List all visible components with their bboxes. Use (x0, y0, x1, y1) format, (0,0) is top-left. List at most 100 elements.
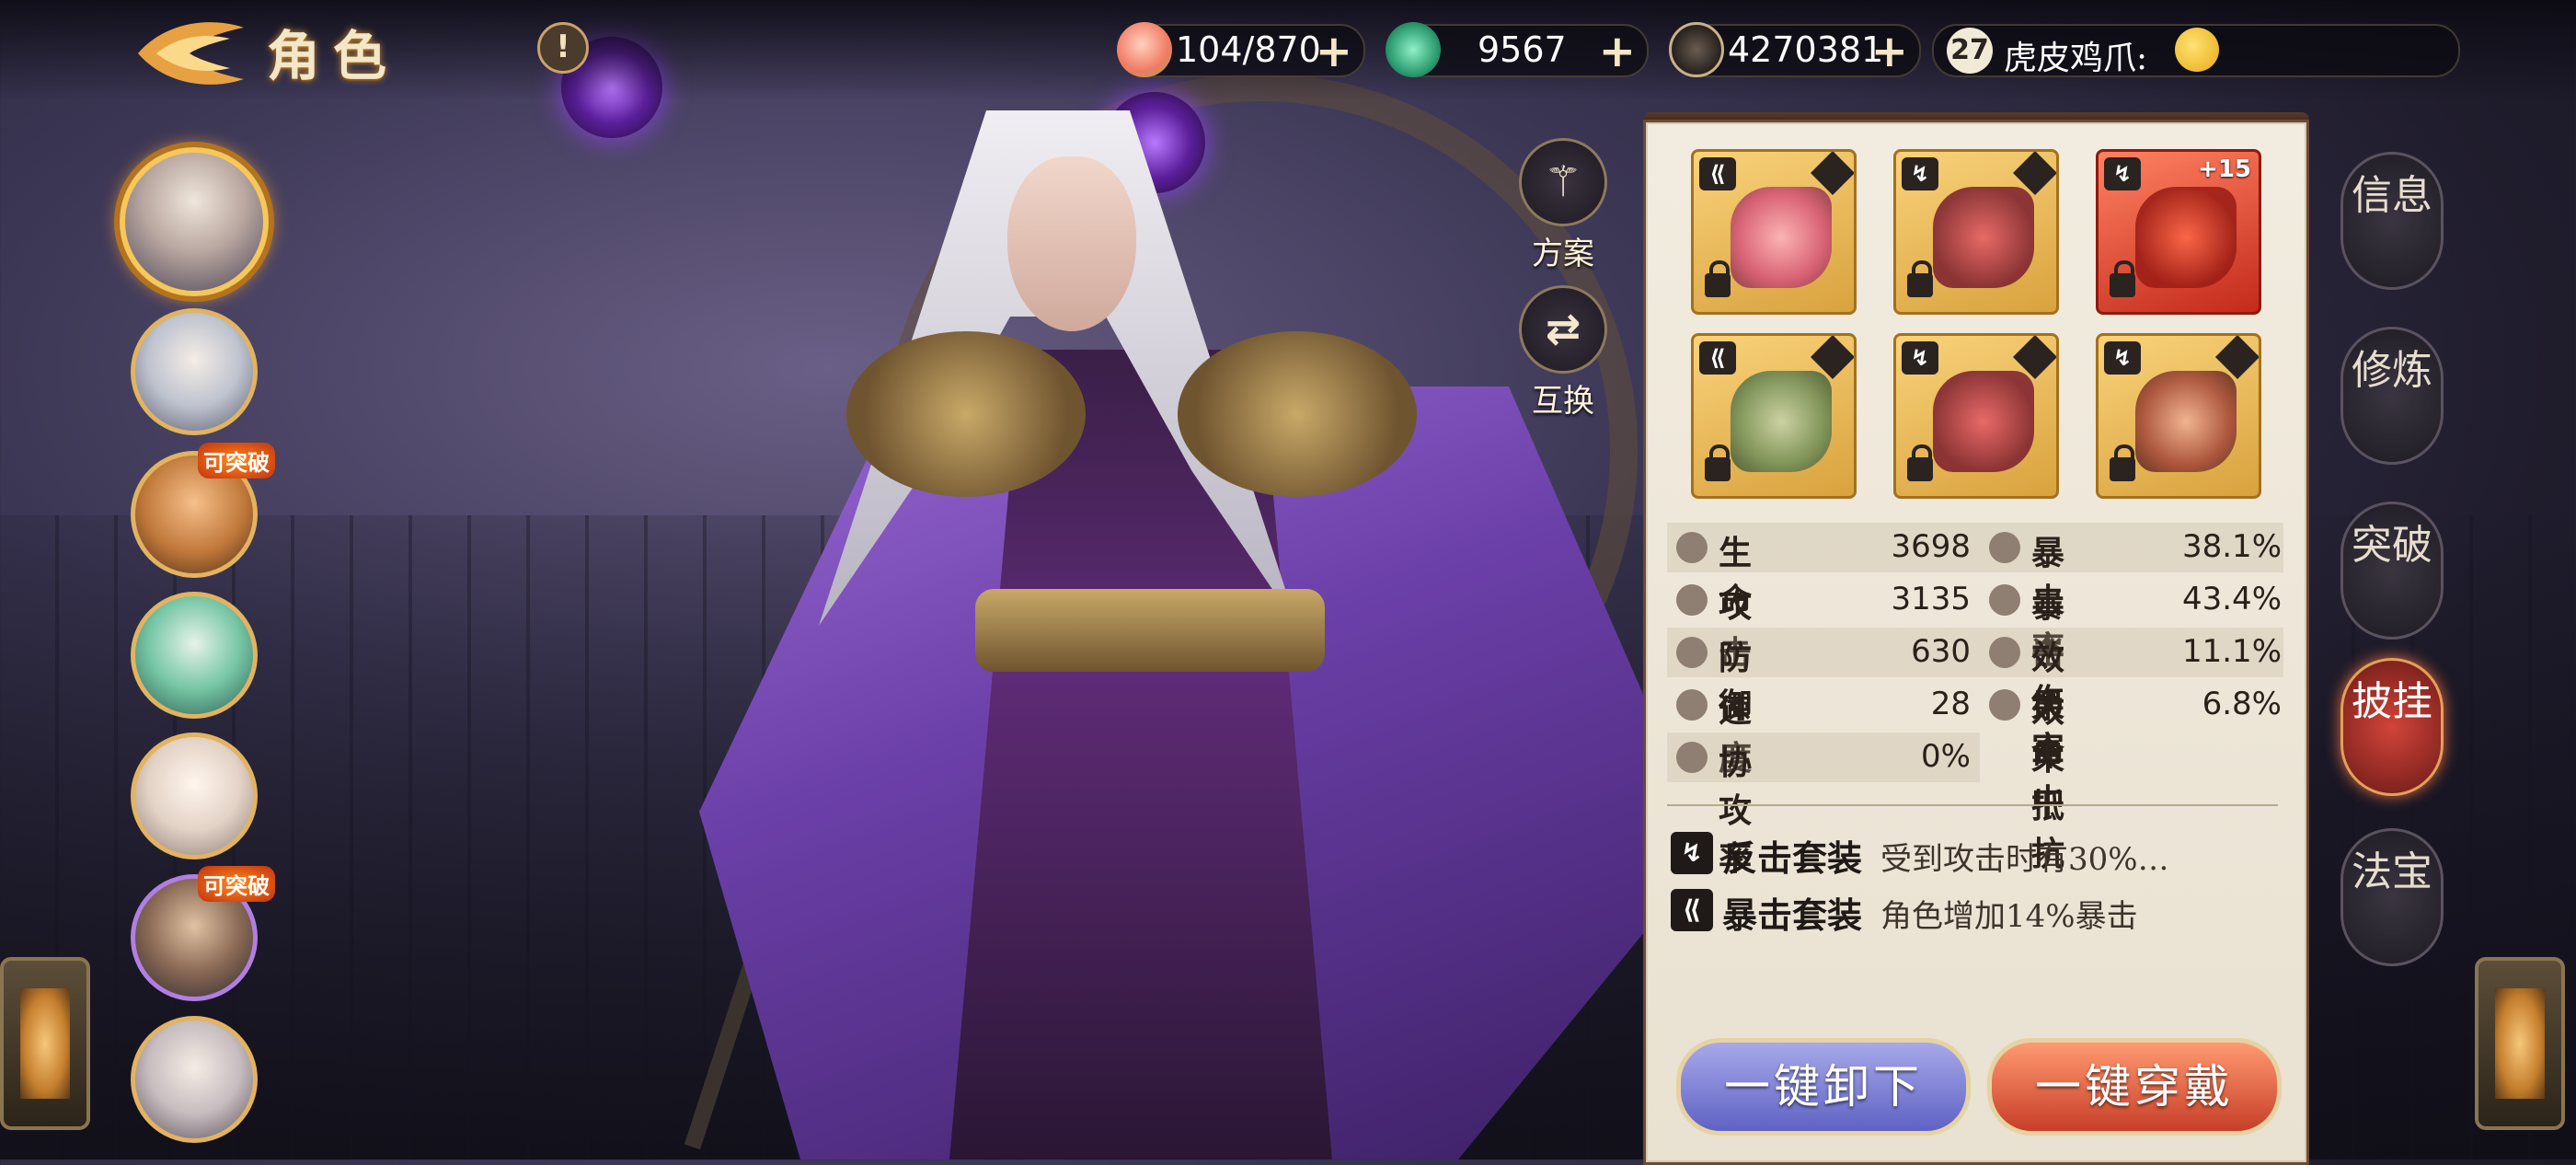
equip-slot[interactable]: ⟪ (1691, 149, 1857, 315)
counter-set-icon: ↯ (2104, 157, 2141, 190)
back-button[interactable] (129, 17, 248, 90)
set-desc: 受到攻击时有30%… (1880, 841, 2169, 878)
lock-icon (2110, 260, 2135, 297)
face (1007, 156, 1136, 331)
equip-art (1731, 371, 1832, 472)
tab-equip[interactable]: 披挂 (2340, 658, 2444, 796)
plan-icon: ⚚ (1519, 138, 1607, 226)
swap-icon: ⇄ (1519, 285, 1607, 374)
player-info[interactable]: 27 虎皮鸡爪: (1932, 24, 2460, 77)
player-name: 虎皮鸡爪: (2004, 40, 2148, 77)
jade-swirl-icon (1386, 22, 1441, 77)
roster-avatar[interactable] (131, 1016, 258, 1143)
tab-breakthrough[interactable]: 突破 (2340, 502, 2444, 640)
roster-avatar[interactable] (131, 308, 258, 435)
stat-value: 43.4% (2181, 581, 2282, 617)
player-level: 27 (1947, 28, 1993, 74)
stat-value: 28 (1930, 686, 1971, 722)
lock-icon (1705, 444, 1731, 481)
equip-all-button[interactable]: 一键穿戴 (1987, 1038, 2282, 1136)
tab-cultivate[interactable]: 修炼 (2340, 327, 2444, 465)
stat-row: 攻击 3135 暴击伤害 43.4% (1667, 575, 2283, 768)
shield-icon (1676, 637, 1708, 668)
tab-treasure[interactable]: 法宝 (2340, 828, 2444, 966)
stat-value: 3698 (1891, 528, 1971, 565)
set-name: 暴击套装 (1722, 894, 1863, 936)
belt (975, 589, 1325, 672)
counter-set-icon: ↯ (1902, 157, 1938, 190)
counter-set-icon: ↯ (1902, 341, 1938, 375)
crit-set-icon: ⟪ (1699, 341, 1736, 375)
equip-art (2135, 371, 2237, 472)
lock-icon (1907, 260, 1933, 297)
stat-value: 38.1% (2181, 528, 2282, 565)
stamina-plus-button[interactable]: + (1316, 26, 1352, 77)
equip-slot[interactable]: ↯ (2096, 333, 2261, 499)
resource-jade: 9567 + (1386, 22, 1649, 77)
equip-art (2135, 187, 2237, 288)
crit-set-icon: ⟪ (1699, 157, 1736, 190)
plan-label: 方案 (1532, 236, 1594, 272)
equip-slot[interactable]: ⟪ (1691, 333, 1857, 499)
coop-icon (1676, 742, 1708, 773)
resource-coin: 4270381 + (1669, 22, 1921, 77)
shoulder-right (1178, 331, 1417, 497)
stat-row: 速度 28 效果抵抗 6.8% (1667, 680, 2283, 873)
stat-value: 3135 (1891, 581, 1971, 617)
coin-icon (1669, 22, 1724, 77)
back-wing-icon (138, 22, 244, 85)
stat-value: 630 (1911, 633, 1971, 670)
stat-row: 生命 3698 暴击率 38.1% (1667, 523, 2283, 668)
resource-stamina: 104/870 + (1117, 22, 1365, 77)
resist-icon (1989, 689, 2020, 721)
stat-value: 0% (1921, 738, 1971, 775)
stat-row: 协攻率 0% (1667, 732, 1980, 878)
page-title: 角色 (267, 25, 400, 87)
heart-icon (1676, 532, 1708, 563)
target-icon (1989, 637, 2020, 668)
lock-icon (1907, 444, 1933, 481)
jade-value: 9567 (1478, 29, 1567, 70)
jade-plus-button[interactable]: + (1599, 26, 1636, 77)
lock-icon (1705, 260, 1731, 297)
set-desc: 角色增加14%暴击 (1880, 898, 2138, 935)
swap-button[interactable]: ⇄ 互换 (1512, 285, 1614, 421)
plan-button[interactable]: ⚚ 方案 (1512, 138, 1614, 273)
crit-damage-icon (1989, 584, 2020, 616)
divider (1667, 804, 2278, 806)
stat-value: 6.8% (2202, 686, 2282, 722)
roster-avatar[interactable]: 可突破 (131, 443, 275, 578)
roster-avatar[interactable]: 可突破 (131, 866, 275, 1001)
money-face-icon (2175, 28, 2219, 72)
breakthrough-badge: 可突破 (198, 866, 275, 902)
equip-slot[interactable]: ↯ +15 (2096, 149, 2261, 315)
enhance-level: +15 (2198, 156, 2251, 183)
equip-art (1731, 187, 1832, 288)
set-name: 反击套装 (1722, 837, 1863, 879)
lock-icon (2110, 444, 2135, 481)
peach-icon (1117, 22, 1172, 77)
sword-icon (1676, 584, 1708, 616)
equip-art (1933, 371, 2034, 472)
alert-icon[interactable]: ! (537, 22, 589, 74)
roster-avatar[interactable] (120, 147, 269, 296)
counter-set-icon: ↯ (2104, 341, 2141, 375)
shoulder-left (846, 331, 1086, 497)
coin-plus-button[interactable]: + (1871, 26, 1908, 77)
crit-rate-icon (1989, 532, 2020, 563)
stamina-value: 104/870 (1176, 29, 1321, 70)
lantern-right (2475, 957, 2565, 1130)
stat-row: 防御 630 效果命中 11.1% (1667, 628, 2283, 821)
character-art (331, 0, 1711, 1159)
coin-value: 4270381 (1728, 29, 1884, 70)
unequip-all-button[interactable]: 一键卸下 (1676, 1038, 1971, 1136)
breakthrough-badge: 可突破 (198, 443, 275, 479)
roster-avatar[interactable] (131, 732, 258, 859)
crit-set-icon: ⟪ (1671, 889, 1713, 931)
equip-slot[interactable]: ↯ (1893, 333, 2059, 499)
equip-slot[interactable]: ↯ (1893, 149, 2059, 315)
swap-label: 互换 (1532, 383, 1594, 420)
counter-set-icon: ↯ (1671, 832, 1713, 874)
tab-info[interactable]: 信息 (2340, 152, 2444, 290)
roster-avatar[interactable] (131, 592, 258, 719)
